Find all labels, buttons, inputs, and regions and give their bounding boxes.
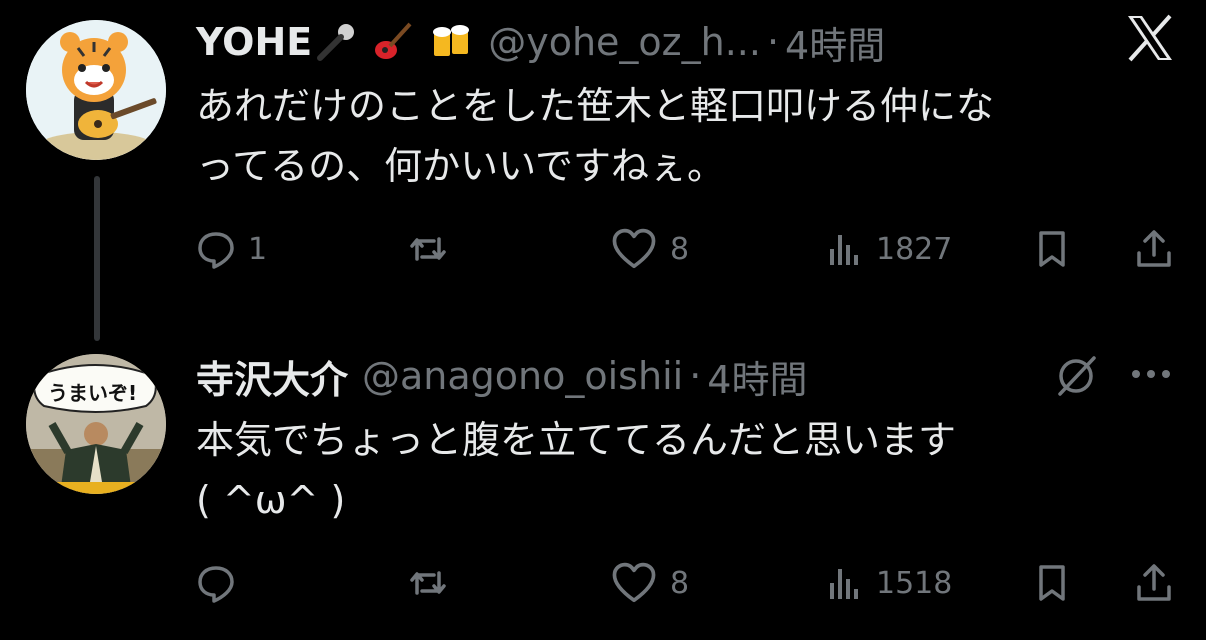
reply-button[interactable] [196, 560, 248, 606]
tweet-terasawa[interactable]: うまいぞ! 寺沢大介 @anagono_oishii · 4時間 本気でちょっと… [0, 340, 1206, 640]
separator-dot: · [766, 20, 780, 64]
guitar-emoji [375, 22, 412, 59]
display-name[interactable]: 寺沢大介 [196, 349, 348, 404]
tweet-text: 本気でちょっと腹を立ててるんだと思います ( ^ω^ ) [196, 418, 957, 522]
timestamp[interactable]: 4時間 [785, 15, 885, 70]
bookmark-icon [1039, 231, 1065, 267]
avatar[interactable]: うまいぞ! [26, 354, 166, 494]
view-count: 1518 [876, 565, 953, 601]
bookmark-button[interactable] [1032, 560, 1072, 606]
retweet-button[interactable] [408, 560, 460, 606]
action-bar: 1 8 1827 [190, 226, 1180, 272]
bookmark-icon [1039, 565, 1065, 601]
reply-icon [198, 232, 234, 269]
share-button[interactable] [1134, 560, 1174, 606]
like-button[interactable]: 8 [610, 226, 689, 272]
svg-text:うまいぞ!: うまいぞ! [48, 381, 137, 405]
like-count: 8 [670, 231, 690, 267]
tiger-avatar-icon [26, 20, 166, 160]
share-icon [1137, 230, 1171, 267]
bookmark-button[interactable] [1032, 226, 1072, 272]
beer-mugs-emoji [433, 25, 470, 56]
like-button[interactable]: 8 [610, 560, 689, 606]
views-button[interactable]: 1518 [824, 560, 952, 606]
microphone-emoji [317, 24, 355, 61]
heart-icon [612, 228, 656, 269]
reply-icon [198, 566, 234, 603]
heart-icon [612, 562, 656, 603]
thread-line [94, 176, 100, 341]
views-icon [830, 235, 858, 265]
timestamp[interactable]: 4時間 [707, 349, 807, 404]
action-bar: 8 1518 [190, 560, 1180, 606]
retweet-icon [410, 237, 446, 261]
reply-button[interactable]: 1 [196, 226, 267, 272]
display-name[interactable]: YOHE [196, 20, 312, 64]
tweet-header: 寺沢大介 @anagono_oishii · 4時間 [196, 354, 807, 402]
views-button[interactable]: 1827 [824, 226, 952, 272]
handle[interactable]: @anagono_oishii [362, 354, 683, 398]
retweet-icon [410, 571, 446, 595]
tweet-yohe[interactable]: YOHE @yohe_oz_h... · 4時間 あれだけのことをした笹木と軽口… [0, 0, 1206, 341]
retweet-button[interactable] [408, 226, 460, 272]
grok-icon[interactable] [1052, 352, 1100, 400]
avatar[interactable] [26, 20, 166, 160]
views-icon [830, 569, 858, 599]
more-icon[interactable] [1128, 364, 1174, 384]
reply-count: 1 [248, 231, 268, 267]
separator-dot: · [689, 354, 702, 398]
like-count: 8 [670, 565, 690, 601]
share-icon [1137, 564, 1171, 601]
tweet-text: あれだけのことをした笹木と軽口叩ける仲にな ってるの、何かいいですねぇ。 [196, 84, 995, 188]
x-logo-icon[interactable] [1124, 12, 1176, 64]
share-button[interactable] [1134, 226, 1174, 272]
handle[interactable]: @yohe_oz_h... [488, 20, 761, 64]
umaizo-avatar-icon: うまいぞ! [26, 354, 166, 494]
tweet-header: YOHE @yohe_oz_h... · 4時間 [196, 20, 885, 68]
view-count: 1827 [876, 231, 953, 267]
